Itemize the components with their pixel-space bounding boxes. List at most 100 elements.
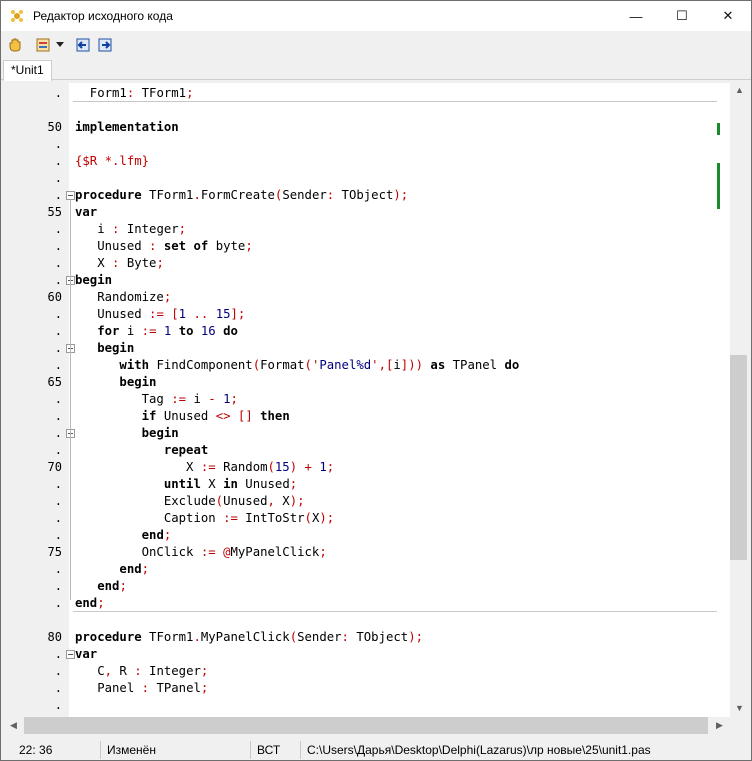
line-number: 50: [47, 120, 62, 134]
code-line[interactable]: Unused : set of byte;: [75, 238, 253, 255]
code-line[interactable]: for i := 1 to 16 do: [75, 323, 238, 340]
line-number: 55: [47, 205, 62, 219]
modified-status: Изменён: [101, 741, 251, 759]
code-line[interactable]: Exclude(Unused, X);: [75, 493, 305, 510]
vertical-scroll-thumb[interactable]: [730, 355, 747, 560]
code-line[interactable]: procedure TForm1.MyPanelClick(Sender: TO…: [75, 629, 423, 646]
line-number: .: [54, 188, 62, 202]
code-line[interactable]: OnClick := @MyPanelClick;: [75, 544, 327, 561]
jump-back-icon: [76, 38, 90, 52]
code-line[interactable]: X := Random(15) + 1;: [75, 459, 334, 476]
line-number: 65: [47, 375, 62, 389]
file-path: C:\Users\Дарья\Desktop\Delphi(Lazarus)\л…: [307, 743, 651, 757]
line-number: .: [54, 409, 62, 423]
code-line[interactable]: Randomize;: [75, 289, 171, 306]
cursor-position: 22: 36: [1, 741, 101, 759]
code-line[interactable]: Tag := i - 1;: [75, 391, 238, 408]
section-separator: [73, 611, 717, 612]
code-line[interactable]: begin: [75, 374, 156, 391]
close-icon: ✕: [722, 8, 734, 23]
status-bar: 22: 36 Изменён ВСТ C:\Users\Дарья\Deskto…: [1, 739, 751, 761]
section-separator: [73, 101, 717, 102]
tab-bar: *Unit1: [1, 58, 751, 81]
line-number: 70: [47, 460, 62, 474]
jump-forward-icon: [98, 38, 112, 52]
line-number: .: [54, 86, 62, 100]
scroll-up-icon[interactable]: ▲: [735, 85, 744, 95]
line-number: .: [54, 698, 62, 712]
insert-mode: ВСТ: [251, 741, 301, 759]
jump-back-button[interactable]: [73, 35, 93, 55]
code-line[interactable]: procedure TForm1.FormCreate(Sender: TObj…: [75, 187, 408, 204]
dropdown-arrow-icon: [56, 42, 64, 47]
vertical-scrollbar[interactable]: ▲ ▼: [730, 83, 747, 717]
line-number: .: [54, 307, 62, 321]
code-line[interactable]: begin: [75, 425, 179, 442]
code-line[interactable]: C, R : Integer;: [75, 663, 208, 680]
line-number: .: [54, 562, 62, 576]
line-number: .: [54, 392, 62, 406]
toggle-form-button[interactable]: [33, 35, 53, 55]
code-line[interactable]: Form1: TForm1;: [75, 85, 194, 102]
code-line[interactable]: var: [75, 204, 97, 221]
maximize-icon: ☐: [676, 8, 688, 23]
line-number: .: [54, 256, 62, 270]
code-line[interactable]: {$R *.lfm}: [75, 153, 149, 170]
code-editor[interactable]: . 50.... 55.... 60.... 65.... 70.... 75... 80..…: [6, 83, 730, 717]
line-number: .: [54, 426, 62, 440]
line-number: .: [54, 494, 62, 508]
fold-toggle-icon[interactable]: [66, 650, 75, 659]
line-number: .: [54, 137, 62, 151]
code-line[interactable]: Panel : TPanel;: [75, 680, 208, 697]
code-line[interactable]: end;: [75, 595, 105, 612]
line-number: .: [54, 596, 62, 610]
code-line[interactable]: var: [75, 646, 97, 663]
code-line[interactable]: X : Byte;: [75, 255, 164, 272]
code-line[interactable]: begin: [75, 340, 134, 357]
code-line[interactable]: begin: [75, 272, 112, 289]
jump-forward-button[interactable]: [95, 35, 115, 55]
code-line[interactable]: Unused := [1 .. 15];: [75, 306, 245, 323]
code-line[interactable]: i : Integer;: [75, 221, 186, 238]
line-number: .: [54, 511, 62, 525]
horizontal-scroll-thumb[interactable]: [24, 717, 708, 734]
hand-icon: [9, 38, 21, 52]
horizontal-scrollbar[interactable]: ◀ ▶: [6, 717, 730, 734]
line-number: .: [54, 664, 62, 678]
code-line[interactable]: until X in Unused;: [75, 476, 297, 493]
code-line[interactable]: repeat: [75, 442, 208, 459]
modified-marker: [717, 123, 720, 135]
code-line[interactable]: end;: [75, 527, 172, 544]
line-number: .: [54, 358, 62, 372]
line-number: .: [54, 171, 62, 185]
title-bar[interactable]: Редактор исходного кода — ☐ ✕: [1, 1, 751, 31]
minimize-icon: —: [629, 8, 643, 24]
code-line[interactable]: end;: [75, 561, 149, 578]
line-number: .: [54, 647, 62, 661]
scroll-left-icon[interactable]: ◀: [10, 720, 17, 731]
code-line[interactable]: Caption := IntToStr(X);: [75, 510, 334, 527]
line-number: .: [54, 222, 62, 236]
fold-toggle-icon[interactable]: [66, 191, 75, 200]
line-number: .: [54, 239, 62, 253]
line-number: 80: [47, 630, 62, 644]
maximize-button[interactable]: ☐: [659, 1, 705, 31]
scroll-down-icon[interactable]: ▼: [735, 703, 744, 713]
tab-unit1[interactable]: *Unit1: [3, 60, 52, 81]
toggle-form-dropdown[interactable]: [55, 35, 65, 55]
code-line[interactable]: if Unused <> [] then: [75, 408, 290, 425]
minimize-button[interactable]: —: [613, 1, 659, 31]
code-line[interactable]: end;: [75, 578, 127, 595]
code-line[interactable]: with FindComponent(Format('Panel%d',[i])…: [75, 357, 519, 374]
close-button[interactable]: ✕: [705, 1, 751, 31]
form-icon: [36, 38, 50, 52]
source-editor-window: Редактор исходного кода — ☐ ✕ *Unit1 . 50…: [0, 0, 752, 761]
code-area[interactable]: Form1: TForm1; implementation {$R *.lfm} pr…: [66, 83, 717, 717]
change-marker-column: [717, 83, 730, 717]
code-line[interactable]: implementation: [75, 119, 179, 136]
hand-tool-button[interactable]: [5, 35, 25, 55]
toolbar: [1, 32, 751, 58]
app-icon: [9, 8, 25, 24]
scroll-right-icon[interactable]: ▶: [716, 720, 723, 731]
line-number: .: [54, 341, 62, 355]
